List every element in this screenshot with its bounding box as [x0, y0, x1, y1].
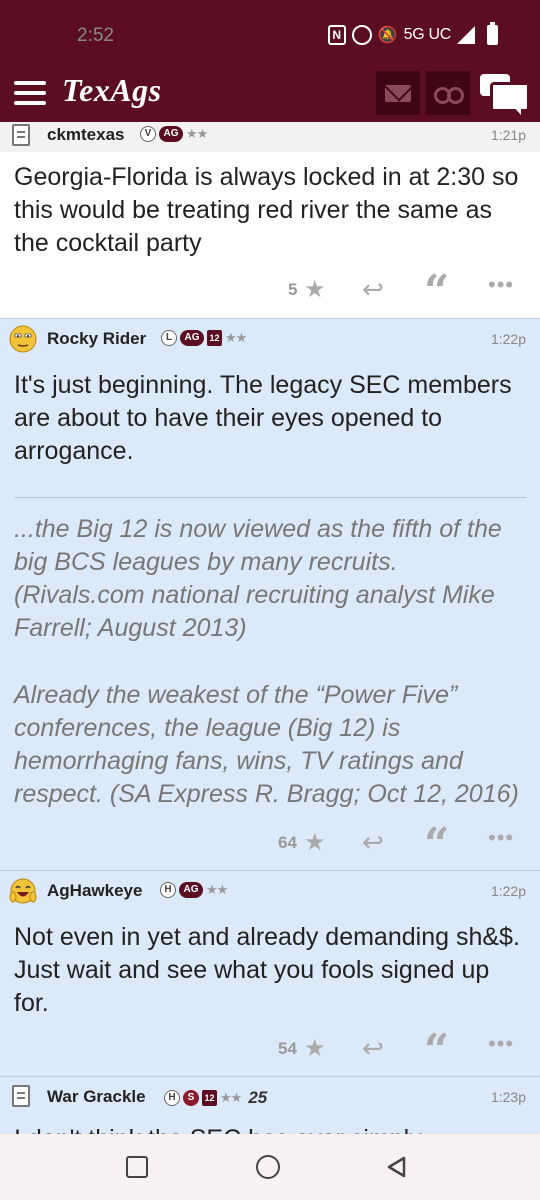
- laughing-avatar-icon: [9, 878, 37, 904]
- reply-icon[interactable]: ↩: [362, 1033, 384, 1064]
- username[interactable]: ckmtexas: [47, 125, 125, 145]
- binoculars-icon-lens: [447, 87, 464, 104]
- star-count: 54: [278, 1039, 297, 1058]
- badge-ag: AG: [159, 126, 183, 142]
- post-header: ckmtexas V AG ★★ 1:21p: [0, 122, 540, 152]
- username[interactable]: Rocky Rider: [47, 329, 146, 349]
- dnd-off-icon: 🔕: [377, 27, 398, 44]
- document-icon: [12, 124, 30, 146]
- mail-icon: [385, 85, 411, 102]
- post-header: AgHawkeye H AG ★★ 1:22p: [0, 871, 540, 909]
- document-icon: [12, 1085, 30, 1107]
- quote-icon[interactable]: “: [424, 823, 449, 867]
- recents-icon[interactable]: [126, 1156, 148, 1178]
- post-header: War Grackle H S 12 ★★ 25 1:23p: [0, 1077, 540, 1115]
- quote-text: Already the weakest of the “Power Five” …: [14, 681, 519, 808]
- badge-stars: ★★: [225, 330, 247, 345]
- post: War Grackle H S 12 ★★ 25 1:23p I don't t…: [0, 1076, 540, 1134]
- reply-icon[interactable]: ↩: [362, 274, 384, 305]
- chat-icon[interactable]: [480, 74, 530, 115]
- post-actions: 64 ★ ↩ “ •••: [0, 823, 540, 867]
- more-icon[interactable]: •••: [488, 825, 514, 851]
- status-icons: N 🔕 5G UC: [327, 22, 498, 48]
- network-label: 5G UC: [403, 26, 452, 43]
- avatar: [9, 325, 37, 353]
- username[interactable]: AgHawkeye: [47, 881, 142, 901]
- texags-logo[interactable]: TexAgs: [62, 72, 162, 109]
- badge-stars: ★★: [186, 126, 208, 141]
- status-bar: 2:52 N 🔕 5G UC: [0, 0, 540, 66]
- app-header: TexAgs: [0, 66, 540, 122]
- post-time: 1:23p: [490, 1089, 526, 1105]
- battery-icon: [487, 22, 498, 45]
- nfc-icon: N: [327, 25, 346, 45]
- avatar: [9, 877, 37, 905]
- menu-icon[interactable]: [12, 78, 48, 108]
- back-icon[interactable]: [384, 1155, 408, 1179]
- star-count: 64: [278, 833, 297, 852]
- badge-ag: AG: [179, 882, 203, 898]
- badge-h: H: [164, 1090, 180, 1106]
- star-icon[interactable]: ★: [304, 1034, 326, 1063]
- username[interactable]: War Grackle: [47, 1087, 146, 1107]
- badge-stars: ★★: [206, 882, 228, 897]
- post-body: Georgia-Florida is always locked in at 2…: [14, 163, 519, 257]
- badge-s: S: [183, 1090, 199, 1106]
- post-actions: 5 ★ ↩ “ •••: [0, 270, 540, 314]
- post: ckmtexas V AG ★★ 1:21p Georgia-Florida i…: [0, 122, 540, 318]
- more-icon[interactable]: •••: [488, 272, 514, 298]
- post-body: Not even in yet and already demanding sh…: [14, 923, 520, 1017]
- star-icon[interactable]: ★: [304, 275, 326, 304]
- star-icon[interactable]: ★: [304, 828, 326, 857]
- post: Rocky Rider L AG 12 ★★ 1:22p It's just b…: [0, 318, 540, 870]
- user-badges: L AG 12 ★★: [161, 330, 247, 346]
- post-time: 1:21p: [490, 127, 526, 143]
- system-nav-bar: [0, 1134, 540, 1200]
- quote-icon[interactable]: “: [424, 270, 449, 314]
- signal-icon: [457, 26, 475, 44]
- badge-25: 25: [248, 1088, 268, 1107]
- reply-icon[interactable]: ↩: [362, 827, 384, 858]
- user-badges: V AG ★★: [140, 126, 208, 142]
- badge-h: H: [160, 882, 176, 898]
- post-body: I don't think the SEC has ever simply: [14, 1123, 526, 1134]
- post: AgHawkeye H AG ★★ 1:22p Not even in yet …: [0, 870, 540, 1076]
- post-header: Rocky Rider L AG 12 ★★ 1:22p: [0, 319, 540, 357]
- badge-stars: ★★: [220, 1090, 242, 1105]
- mail-button[interactable]: [376, 71, 420, 115]
- post-actions: 54 ★ ↩ “ •••: [0, 1029, 540, 1073]
- badge-l: L: [161, 330, 177, 346]
- star-count: 5: [288, 280, 298, 299]
- post-time: 1:22p: [490, 883, 526, 899]
- badge-big12: 12: [207, 330, 222, 346]
- smiley-avatar-icon: [9, 325, 37, 353]
- quote-divider: [14, 497, 526, 498]
- badge-v: V: [140, 126, 156, 142]
- badge-big12: 12: [202, 1090, 217, 1106]
- home-icon[interactable]: [256, 1155, 280, 1179]
- more-icon[interactable]: •••: [488, 1031, 514, 1057]
- badge-ag: AG: [180, 330, 204, 346]
- post-time: 1:22p: [490, 331, 526, 347]
- user-badges: H AG ★★: [160, 882, 228, 898]
- binoculars-button[interactable]: [426, 71, 470, 115]
- post-body: It's just beginning. The legacy SEC memb…: [14, 371, 512, 465]
- alarm-icon: [351, 25, 372, 45]
- user-badges: H S 12 ★★ 25: [164, 1088, 267, 1108]
- quote-text: ...the Big 12 is now viewed as the fifth…: [14, 515, 502, 642]
- quote-icon[interactable]: “: [424, 1029, 449, 1073]
